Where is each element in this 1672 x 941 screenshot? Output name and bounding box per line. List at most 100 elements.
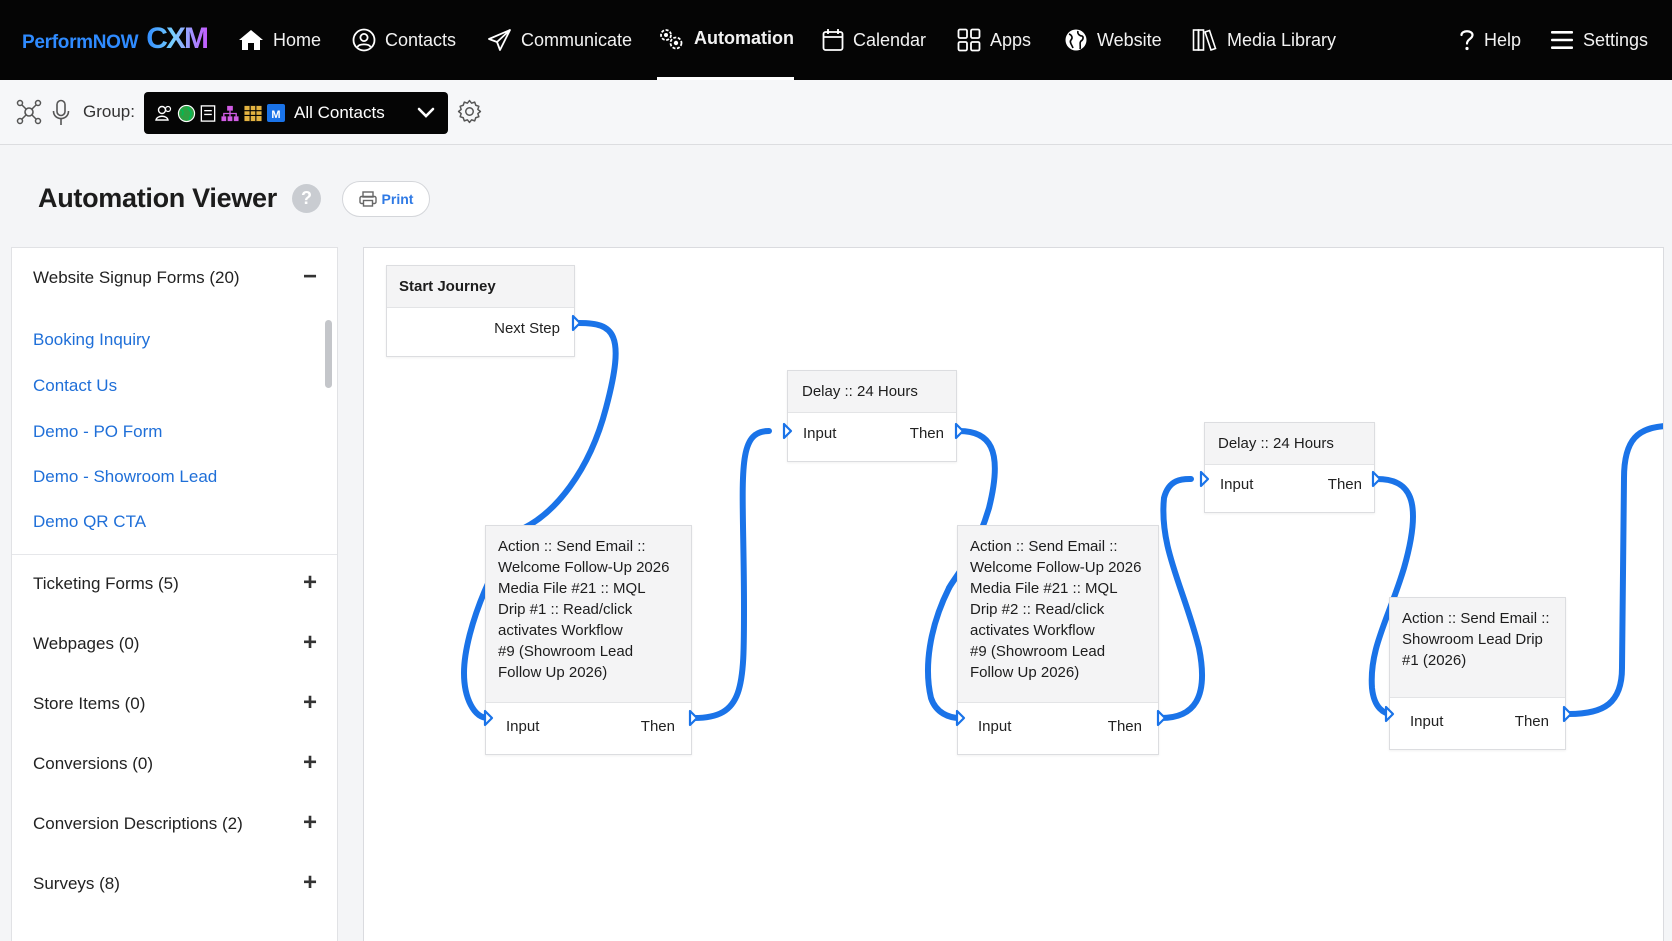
expand-icon[interactable]: +: [303, 571, 317, 595]
section-label: Webpages (0): [33, 634, 140, 653]
group-label: Group:: [83, 102, 135, 121]
group-type-icons: M: [154, 103, 286, 123]
section-label: Conversions (0): [33, 754, 153, 773]
section-webpages[interactable]: Webpages (0) +: [12, 614, 337, 674]
expand-icon[interactable]: +: [303, 751, 317, 775]
action-node-1[interactable]: Action :: Send Email :: Welcome Follow-U…: [485, 525, 692, 755]
form-link-demo-qr-cta[interactable]: Demo QR CTA: [33, 512, 146, 532]
input-port-label[interactable]: Input: [506, 718, 539, 735]
nav-settings[interactable]: Settings: [1550, 0, 1648, 80]
brand-suffix: CXM: [146, 22, 209, 55]
then-port-label[interactable]: Then: [910, 425, 944, 442]
nav-calendar[interactable]: Calendar: [822, 0, 926, 80]
nav-apps[interactable]: Apps: [957, 0, 1031, 80]
trigger-sidebar: Website Signup Forms (20) − Booking Inqu…: [11, 247, 338, 941]
nav-communicate-label: Communicate: [521, 29, 633, 50]
nav-website[interactable]: Website: [1064, 0, 1162, 80]
then-port-label[interactable]: Then: [1515, 713, 1549, 730]
node-footer: Input Then: [1390, 697, 1565, 749]
form-link-contact-us[interactable]: Contact Us: [33, 376, 117, 396]
nav-contacts[interactable]: Contacts: [352, 0, 456, 80]
chevron-down-icon: [417, 107, 435, 118]
node-line: Showroom Lead Drip: [1402, 631, 1543, 648]
nav-automation-label: Automation: [694, 28, 794, 48]
books-icon: [1192, 29, 1217, 52]
nav-website-label: Website: [1097, 29, 1162, 50]
node-title: Delay :: 24 Hours: [788, 371, 956, 413]
section-label: Website Signup Forms (20): [33, 268, 240, 287]
node-line: #1 (2026): [1402, 652, 1467, 669]
collapse-icon[interactable]: −: [303, 265, 317, 289]
node-line: activates Workflow: [498, 622, 623, 639]
then-port-label[interactable]: Then: [1328, 476, 1362, 493]
form-link-demo-po-form[interactable]: Demo - PO Form: [33, 422, 162, 442]
section-ticketing-forms[interactable]: Ticketing Forms (5) +: [12, 554, 337, 614]
then-port-label[interactable]: Then: [641, 718, 675, 735]
expand-icon[interactable]: +: [303, 811, 317, 835]
nav-automation[interactable]: Automation: [657, 0, 794, 80]
delay-node-1[interactable]: Delay :: 24 Hours Input Then: [787, 370, 957, 462]
top-navigation-bar: PerformNOW CXM Home Contacts Communicate…: [0, 0, 1672, 80]
section-label: Conversion Descriptions (2): [33, 814, 243, 833]
node-line: activates Workflow: [970, 622, 1095, 639]
nav-home-label: Home: [273, 29, 322, 50]
node-body: Action :: Send Email :: Welcome Follow-U…: [486, 526, 691, 703]
then-port-label[interactable]: Then: [1108, 718, 1142, 735]
expand-icon[interactable]: +: [303, 631, 317, 655]
node-line: Action :: Send Email ::: [1402, 610, 1550, 627]
nav-home[interactable]: Home: [238, 0, 321, 80]
brand-logo[interactable]: PerformNOW CXM: [22, 22, 209, 56]
delay-node-2[interactable]: Delay :: 24 Hours Input Then: [1204, 422, 1375, 513]
sidebar-scrollbar[interactable]: [325, 320, 332, 388]
contacts-group-icon: [155, 105, 172, 121]
node-line: Media File #21 :: MQL: [498, 580, 646, 597]
form-link-booking-inquiry[interactable]: Booking Inquiry: [33, 330, 150, 350]
nav-media-library[interactable]: Media Library: [1192, 0, 1336, 80]
contacts-icon: [352, 28, 376, 52]
node-footer: Input Then: [788, 411, 956, 461]
node-body: Action :: Send Email :: Showroom Lead Dr…: [1390, 598, 1565, 698]
input-port-label[interactable]: Input: [1410, 713, 1443, 730]
expand-icon[interactable]: +: [303, 691, 317, 715]
network-icon[interactable]: [16, 99, 42, 125]
expand-icon[interactable]: +: [303, 871, 317, 895]
print-button[interactable]: Print: [342, 181, 430, 217]
group-select[interactable]: M All Contacts: [144, 92, 448, 134]
nav-help[interactable]: Help: [1459, 0, 1521, 80]
node-line: #9 (Showroom Lead: [498, 643, 634, 660]
input-port-label[interactable]: Input: [1220, 476, 1253, 493]
node-body: Action :: Send Email :: Welcome Follow-U…: [958, 526, 1158, 703]
section-store-items[interactable]: Store Items (0) +: [12, 674, 337, 734]
automation-canvas[interactable]: Start Journey Next Step Action :: Send E…: [363, 247, 1664, 941]
table-group-icon: [244, 105, 262, 121]
form-link-demo-showroom-lead[interactable]: Demo - Showroom Lead: [33, 467, 217, 487]
mail-group-icon: M: [267, 104, 285, 122]
action-node-2[interactable]: Action :: Send Email :: Welcome Follow-U…: [957, 525, 1159, 755]
paper-plane-icon: [488, 29, 511, 51]
section-conversions[interactable]: Conversions (0) +: [12, 734, 337, 794]
action-node-3[interactable]: Action :: Send Email :: Showroom Lead Dr…: [1389, 597, 1566, 750]
home-icon: [239, 30, 263, 50]
globe-icon: [1065, 29, 1087, 51]
nav-settings-label: Settings: [1583, 29, 1649, 50]
node-title: Delay :: 24 Hours: [1205, 423, 1374, 465]
microphone-icon[interactable]: [51, 99, 71, 127]
input-port-label[interactable]: Input: [803, 425, 836, 442]
section-surveys[interactable]: Surveys (8) +: [12, 854, 337, 914]
gear-icon[interactable]: [457, 99, 482, 124]
section-website-signup-forms[interactable]: Website Signup Forms (20) −: [12, 248, 337, 308]
node-line: Welcome Follow-Up 2026: [498, 559, 670, 576]
input-port-label[interactable]: Input: [978, 718, 1011, 735]
nav-communicate[interactable]: Communicate: [487, 0, 632, 80]
node-line: Drip #2 :: Read/click: [970, 601, 1105, 618]
svg-text:M: M: [271, 109, 280, 121]
section-label: Surveys (8): [33, 874, 120, 893]
wire-action2-in: [925, 585, 963, 721]
printer-icon: [358, 191, 377, 207]
section-conversion-descriptions[interactable]: Conversion Descriptions (2) +: [12, 794, 337, 854]
help-badge[interactable]: ?: [292, 184, 321, 213]
next-step-label: Next Step: [494, 320, 560, 337]
node-footer: Input Then: [486, 702, 691, 754]
start-journey-node[interactable]: Start Journey Next Step: [386, 265, 575, 357]
hamburger-icon: [1551, 31, 1573, 49]
